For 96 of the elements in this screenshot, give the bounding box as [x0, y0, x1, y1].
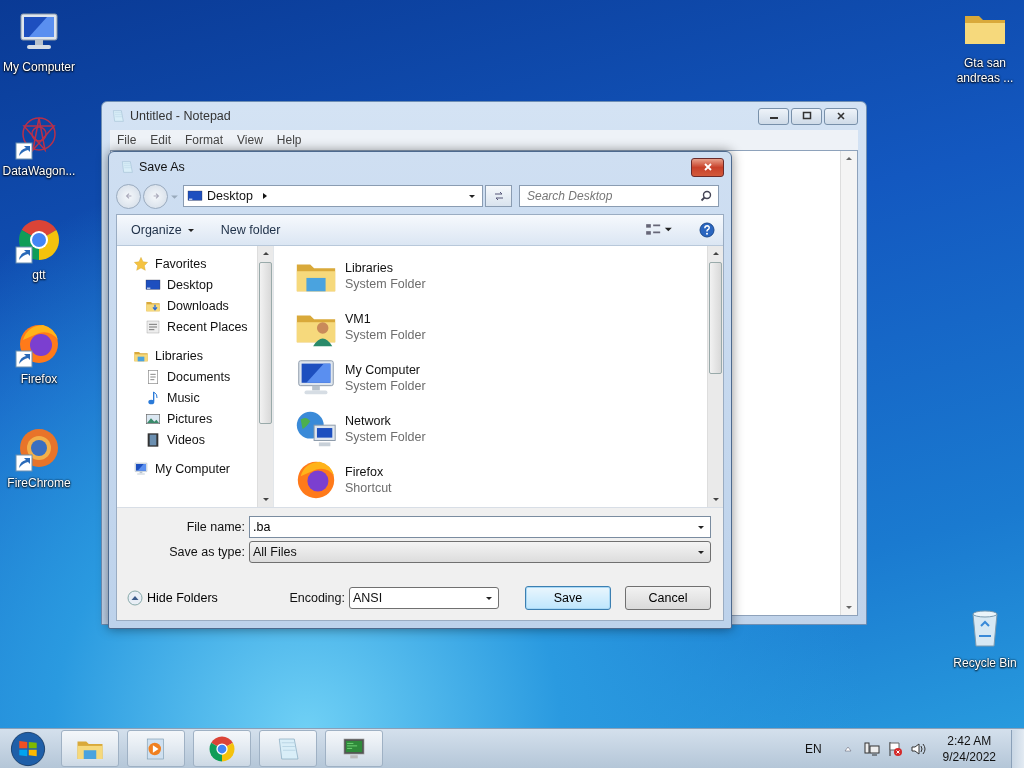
clock-date[interactable]: 9/24/2022: [942, 748, 996, 765]
list-entry[interactable]: Firefox Shortcut: [293, 454, 493, 505]
search-field[interactable]: Search Desktop: [519, 185, 719, 207]
network-icon[interactable]: [863, 740, 880, 757]
scroll-down-arrow-icon[interactable]: [845, 603, 853, 611]
taskbar-button[interactable]: [193, 730, 251, 767]
film-icon: [145, 432, 161, 448]
desktop-icon-label[interactable]: gtt: [2, 268, 76, 283]
list-entry[interactable]: Libraries System Folder: [293, 250, 493, 301]
flag-warning-icon[interactable]: [886, 740, 903, 757]
language-indicator[interactable]: EN: [804, 741, 822, 756]
list-entry[interactable]: Network System Folder: [293, 403, 493, 454]
address-bar[interactable]: Desktop: [183, 185, 483, 207]
nav-item[interactable]: Favorites: [133, 256, 257, 272]
clock-time[interactable]: 2:42 AM: [947, 732, 992, 749]
hide-folders-button[interactable]: Hide Folders: [127, 590, 218, 606]
close-icon: [836, 111, 846, 121]
desktop-icon: [145, 277, 161, 293]
refresh-button[interactable]: [485, 185, 512, 207]
picture-icon: [145, 411, 161, 427]
file-name: Network: [345, 413, 392, 428]
file-name: My Computer: [345, 362, 422, 377]
file-name: VM1: [345, 311, 372, 326]
close-button[interactable]: [824, 107, 858, 125]
refresh-icon: [492, 190, 505, 202]
desktop-icon-label[interactable]: Gta san andreas ...: [948, 56, 1022, 86]
dropdown-caret-icon[interactable]: [468, 192, 476, 200]
scroll-down-arrow-icon[interactable]: [711, 495, 720, 503]
maximize-button[interactable]: [791, 107, 822, 125]
nav-item[interactable]: Music: [133, 390, 257, 406]
dialog-title: Save As: [139, 160, 185, 174]
breadcrumb-arrow-icon[interactable]: [260, 192, 269, 200]
speaker-icon[interactable]: [909, 740, 926, 757]
recent-places-icon: [145, 319, 161, 335]
notepad-icon: [119, 159, 135, 175]
cancel-button[interactable]: Cancel: [625, 586, 711, 610]
desktop-icon-label[interactable]: DataWagon...: [2, 164, 76, 179]
scroll-up-arrow-icon[interactable]: [261, 250, 270, 258]
close-icon: [702, 162, 713, 172]
file-name: Firefox: [345, 464, 385, 479]
scroll-down-arrow-icon[interactable]: [261, 495, 270, 503]
dropdown-caret-icon: [186, 226, 195, 234]
computer-icon: [133, 461, 149, 477]
maximize-icon: [801, 111, 812, 121]
file-type: Shortcut: [345, 480, 392, 495]
vertical-scrollbar[interactable]: [840, 151, 857, 615]
dropdown-caret-icon: [697, 548, 705, 556]
nav-item[interactable]: Recent Places: [133, 319, 257, 335]
desktop-icon-label[interactable]: FireChrome: [2, 476, 76, 491]
menu-item[interactable]: Format: [178, 133, 231, 147]
nav-item[interactable]: Downloads: [133, 298, 257, 314]
menu-item[interactable]: View: [230, 133, 270, 147]
desktop-icon: [187, 188, 203, 204]
nav-item[interactable]: My Computer: [133, 461, 257, 477]
nav-item[interactable]: Pictures: [133, 411, 257, 427]
menu-item[interactable]: File: [110, 133, 144, 147]
menu-item[interactable]: Edit: [143, 133, 179, 147]
file-type: System Folder: [345, 276, 426, 291]
nav-item[interactable]: Desktop: [133, 277, 257, 293]
list-entry[interactable]: My Computer System Folder: [293, 352, 493, 403]
file-name-field[interactable]: .ba: [249, 516, 711, 538]
file-type: System Folder: [345, 327, 426, 342]
window-title: Untitled - Notepad: [130, 109, 231, 123]
file-name: Libraries: [345, 260, 394, 275]
notepad-icon: [110, 108, 126, 124]
nav-item[interactable]: Documents: [133, 369, 257, 385]
encoding-label: Encoding:: [289, 591, 345, 605]
help-icon[interactable]: [699, 222, 715, 238]
scroll-up-arrow-icon[interactable]: [711, 250, 720, 258]
encoding-dropdown[interactable]: ANSI: [349, 587, 499, 609]
minimize-button[interactable]: [758, 107, 789, 125]
save-as-type-dropdown[interactable]: All Files: [249, 541, 711, 563]
field-label: Save as type:: [168, 545, 245, 559]
menu-item[interactable]: Help: [269, 133, 309, 147]
dropdown-caret-icon: [485, 594, 493, 602]
new-folder-button[interactable]: New folder: [214, 220, 287, 240]
dropdown-caret-icon[interactable]: [697, 523, 705, 531]
file-type: System Folder: [345, 429, 426, 444]
vertical-scrollbar[interactable]: [257, 246, 273, 507]
field-label: File name:: [185, 520, 245, 534]
desktop-icon-label[interactable]: My Computer: [2, 60, 76, 75]
organize-button[interactable]: Organize: [125, 220, 201, 240]
nav-item[interactable]: Videos: [133, 432, 257, 448]
nav-item[interactable]: Libraries: [133, 348, 257, 364]
vertical-scrollbar[interactable]: [707, 246, 723, 507]
close-button[interactable]: [691, 157, 724, 177]
scroll-up-arrow-icon[interactable]: [845, 155, 853, 163]
search-icon: [700, 190, 712, 202]
list-entry[interactable]: VM1 System Folder: [293, 301, 493, 352]
save-button[interactable]: Save: [525, 586, 611, 610]
file-type: System Folder: [345, 378, 426, 393]
music-note-icon: [145, 390, 161, 406]
document-icon: [145, 369, 161, 385]
taskbar-button[interactable]: [325, 730, 383, 767]
desktop-icon-label[interactable]: Firefox: [2, 372, 76, 387]
star-icon: [133, 256, 149, 272]
